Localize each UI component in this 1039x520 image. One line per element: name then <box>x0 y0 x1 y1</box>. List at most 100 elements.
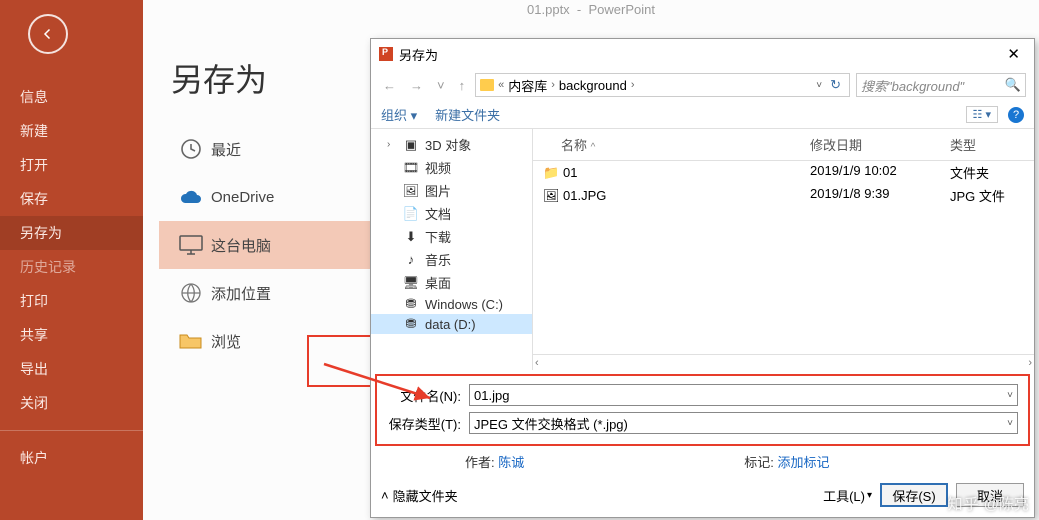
savetype-value: JPEG 文件交换格式 (*.jpg) <box>474 414 1007 433</box>
file-row-folder[interactable]: 📁01 2019/1/9 10:02 文件夹 <box>533 161 1034 184</box>
tags-value[interactable]: 添加标记 <box>778 455 830 470</box>
tree-item-desktop[interactable]: 🖥桌面 <box>371 271 532 294</box>
toggle-hidden-folders[interactable]: ˄ 隐藏文件夹 <box>381 486 458 505</box>
folder-tree: ›▣3D 对象 🎞视频 🖼图片 📄文档 ⬇下载 ♪音乐 🖥桌面 ⛃Windows… <box>371 129 533 370</box>
sidebar-item-save[interactable]: 保存 <box>0 182 143 216</box>
address-bar[interactable]: « 内容库 › background › ˅ ↻ <box>475 73 850 97</box>
horizontal-scrollbar[interactable]: ‹› <box>533 354 1034 370</box>
image-icon: 🖼 <box>543 188 559 204</box>
crumb-dropdown-icon[interactable]: ˅ <box>816 80 822 91</box>
col-type-header[interactable]: 类型 <box>950 138 976 153</box>
chevron-down-icon[interactable]: ˅ <box>1007 418 1013 429</box>
dialog-toolbar: 组织 ▾ 新建文件夹 ☷ ▾ ? <box>371 101 1034 129</box>
backstage-sidebar: 信息 新建 打开 保存 另存为 历史记录 打印 共享 导出 关闭 帐户 <box>0 0 143 520</box>
watermark-user: @陈亮 <box>984 496 1029 513</box>
search-input[interactable]: 搜索"background" 🔍 <box>856 73 1026 97</box>
sidebar-item-print[interactable]: 打印 <box>0 284 143 318</box>
sidebar-item-new[interactable]: 新建 <box>0 114 143 148</box>
sidebar-item-close[interactable]: 关闭 <box>0 386 143 420</box>
window-titlebar: 01.pptx - PowerPoint <box>143 2 1039 17</box>
toolbar-organize[interactable]: 组织 ▾ <box>381 105 417 124</box>
savetype-select[interactable]: JPEG 文件交换格式 (*.jpg) ˅ <box>469 412 1018 434</box>
col-date-header[interactable]: 修改日期 <box>810 138 862 153</box>
desktop-icon: 🖥 <box>403 275 419 291</box>
clock-icon <box>171 137 211 161</box>
dialog-titlebar: 另存为 ✕ <box>371 39 1034 69</box>
savetype-label: 保存类型(T): <box>387 414 461 433</box>
music-icon: ♪ <box>403 252 419 267</box>
tree-item-3dobjects[interactable]: ›▣3D 对象 <box>371 133 532 156</box>
nav-back-icon[interactable]: ← <box>379 76 400 95</box>
dialog-close-button[interactable]: ✕ <box>1001 43 1026 65</box>
loc-label: 这台电脑 <box>211 235 271 256</box>
video-icon: 🎞 <box>403 160 419 176</box>
dialog-title: 另存为 <box>399 45 438 64</box>
chevron-down-icon[interactable]: ˅ <box>1007 390 1013 401</box>
toolbar-newfolder[interactable]: 新建文件夹 <box>435 105 500 124</box>
toolbar-view-button[interactable]: ☷ ▾ <box>966 106 998 123</box>
back-button[interactable] <box>28 14 68 54</box>
file-row-image[interactable]: 🖼01.JPG 2019/1/8 9:39 JPG 文件 <box>533 184 1034 207</box>
tree-item-documents[interactable]: 📄文档 <box>371 202 532 225</box>
drive-icon: ⛃ <box>403 296 419 312</box>
saveas-dialog: 另存为 ✕ ← → ˅ ↑ « 内容库 › background › ˅ ↻ 搜… <box>370 38 1035 518</box>
tree-item-drive-c[interactable]: ⛃Windows (C:) <box>371 294 532 314</box>
tools-dropdown[interactable]: 工具(L) ▾ <box>823 486 872 505</box>
meta-row: 作者: 陈诚 标记: 添加标记 <box>371 450 1034 477</box>
folder-open-icon <box>171 331 211 351</box>
folder-icon: 📁 <box>543 165 559 181</box>
watermark-site: 知乎 <box>948 496 980 513</box>
watermark: 知乎 @陈亮 <box>948 493 1029 514</box>
drive-icon: ⛃ <box>403 316 419 332</box>
tree-item-downloads[interactable]: ⬇下载 <box>371 225 532 248</box>
save-fields-highlight: 文件名(N): 01.jpg ˅ 保存类型(T): JPEG 文件交换格式 (*… <box>375 374 1030 446</box>
sidebar-item-account[interactable]: 帐户 <box>0 441 143 475</box>
loc-label: 添加位置 <box>211 283 271 304</box>
sidebar-item-export[interactable]: 导出 <box>0 352 143 386</box>
doc-icon: 📄 <box>403 206 419 222</box>
toolbar-help-icon[interactable]: ? <box>1008 107 1024 123</box>
nav-forward-icon[interactable]: → <box>406 76 427 95</box>
monitor-icon <box>171 234 211 256</box>
crumb-lib[interactable]: 内容库 <box>508 76 547 95</box>
cube-icon: ▣ <box>403 137 419 153</box>
dialog-body: ›▣3D 对象 🎞视频 🖼图片 📄文档 ⬇下载 ♪音乐 🖥桌面 ⛃Windows… <box>371 129 1034 370</box>
filename-input[interactable]: 01.jpg ˅ <box>469 384 1018 406</box>
folder-icon <box>480 79 494 91</box>
sidebar-item-saveas[interactable]: 另存为 <box>0 216 143 250</box>
loc-label: 浏览 <box>211 331 241 352</box>
globe-plus-icon <box>171 281 211 305</box>
tree-item-music[interactable]: ♪音乐 <box>371 248 532 271</box>
save-button[interactable]: 保存(S) <box>880 483 948 507</box>
back-arrow-icon <box>39 25 57 43</box>
nav-up-icon[interactable]: ↑ <box>455 76 470 95</box>
filename-value: 01.jpg <box>474 388 1007 403</box>
tree-item-drive-d[interactable]: ⛃data (D:) <box>371 314 532 334</box>
dialog-navbar: ← → ˅ ↑ « 内容库 › background › ˅ ↻ 搜索"back… <box>371 69 1034 101</box>
photo-icon: 🖼 <box>403 183 419 199</box>
author-value[interactable]: 陈诚 <box>498 455 524 470</box>
cloud-icon <box>171 188 211 206</box>
download-icon: ⬇ <box>403 229 419 245</box>
chevron-up-icon: ˄ <box>381 488 389 503</box>
loc-label: 最近 <box>211 139 241 160</box>
file-list: 名称 ^ 修改日期 类型 📁01 2019/1/9 10:02 文件夹 🖼01.… <box>533 129 1034 370</box>
tags-label: 标记: <box>744 455 774 470</box>
search-placeholder: 搜索"background" <box>861 76 964 95</box>
tree-item-pictures[interactable]: 🖼图片 <box>371 179 532 202</box>
sidebar-item-open[interactable]: 打开 <box>0 148 143 182</box>
ppt-icon <box>379 47 393 61</box>
col-name-header[interactable]: 名称 <box>561 138 587 153</box>
sidebar-item-history[interactable]: 历史记录 <box>0 250 143 284</box>
nav-recent-icon[interactable]: ˅ <box>433 76 449 95</box>
sidebar-item-share[interactable]: 共享 <box>0 318 143 352</box>
author-label: 作者: <box>465 455 495 470</box>
app-name: PowerPoint <box>588 2 654 17</box>
crumb-folder[interactable]: background <box>559 78 627 93</box>
tree-item-videos[interactable]: 🎞视频 <box>371 156 532 179</box>
loc-label: OneDrive <box>211 189 274 206</box>
file-list-header: 名称 ^ 修改日期 类型 <box>533 129 1034 161</box>
sidebar-item-info[interactable]: 信息 <box>0 80 143 114</box>
search-icon[interactable]: 🔍 <box>1005 77 1021 93</box>
refresh-icon[interactable]: ↻ <box>826 77 845 93</box>
